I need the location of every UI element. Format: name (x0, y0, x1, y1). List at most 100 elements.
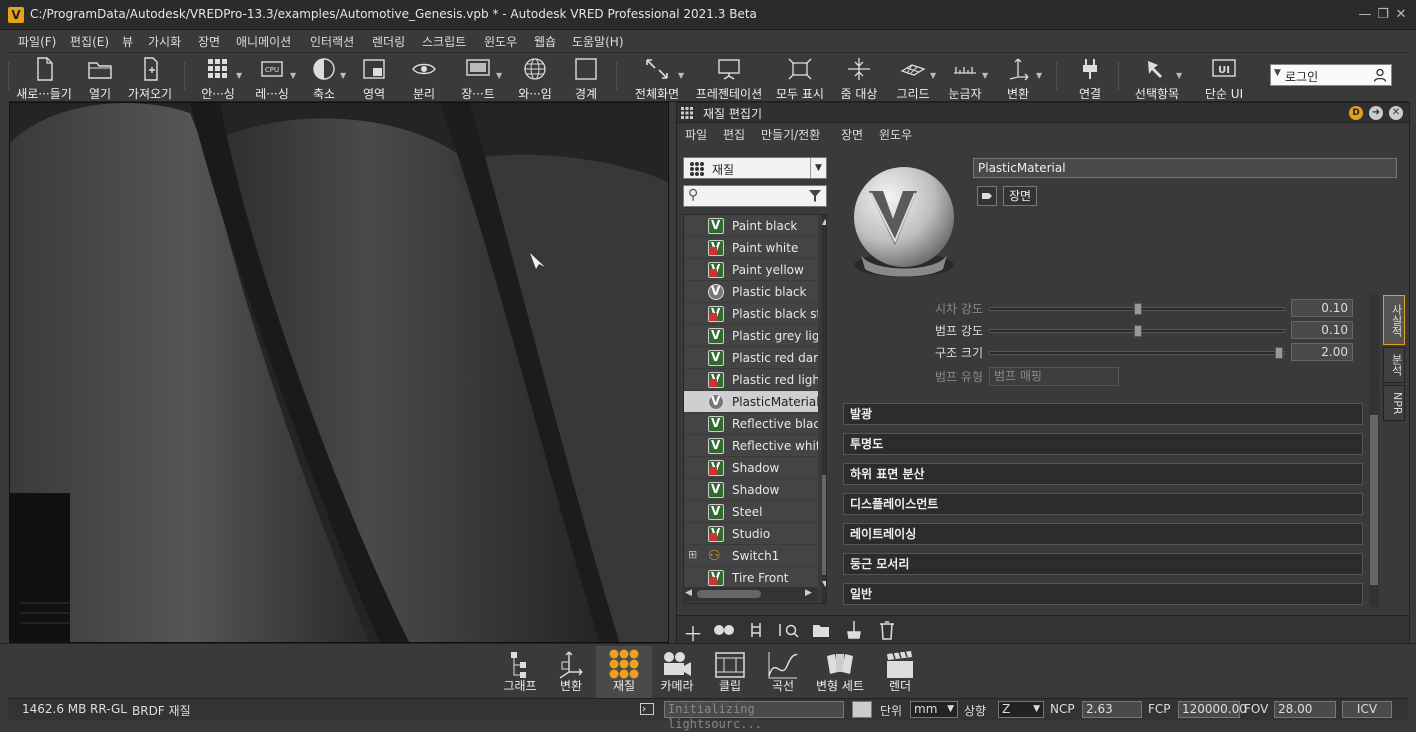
minimize-icon[interactable]: — (1358, 8, 1372, 22)
material-list-item[interactable]: V Plastic black st (684, 303, 818, 325)
connect-button[interactable]: 연결 (1070, 55, 1110, 101)
transform-button[interactable]: 변환 (996, 55, 1040, 101)
material-list-scrollbar[interactable]: ▲ ▼ (822, 215, 826, 603)
menu-scene[interactable]: 장면 (198, 33, 220, 50)
presentation-button[interactable]: 프레젠테이션 (690, 55, 768, 101)
panel-grip-icon[interactable] (681, 107, 693, 119)
property-slider[interactable] (989, 347, 1285, 359)
bump-type-dropdown[interactable]: 범프 매핑 (989, 367, 1119, 386)
property-section-header[interactable]: 디스플레이스먼트 (843, 493, 1363, 515)
material-preview-sphere[interactable] (847, 155, 961, 283)
select-nodes-icon[interactable] (811, 621, 831, 639)
material-list-item[interactable]: V Steel (684, 501, 818, 523)
menu-animation[interactable]: 애니메이션 (236, 33, 291, 50)
material-list[interactable]: V Paint black V Paint white V Paint yellow V Pl… (683, 214, 827, 604)
property-section-header[interactable]: 레이트레이싱 (843, 523, 1363, 545)
bounds-button[interactable]: 경계 (566, 55, 606, 101)
close-icon[interactable]: ✕ (1394, 8, 1408, 22)
property-section-header[interactable]: 하위 표면 분산 (843, 463, 1363, 485)
menu-window[interactable]: 윈도우 (484, 33, 517, 50)
open-button[interactable]: 열기 (80, 55, 120, 101)
property-value-input[interactable]: 2.00 (1291, 343, 1353, 361)
fcp-input[interactable]: 120000.00 (1178, 701, 1247, 718)
mode-materials[interactable]: 재질 (596, 646, 652, 698)
material-search-input[interactable]: ⚲ (683, 185, 827, 207)
property-section-header[interactable]: 일반 (843, 583, 1363, 605)
material-list-item[interactable]: V Reflective white (684, 435, 818, 457)
material-list-item[interactable]: V Plastic grey ligl (684, 325, 818, 347)
material-list-item[interactable]: V Tire Front (684, 567, 818, 589)
panel-menu-create[interactable]: 만들기/전환 (761, 126, 820, 143)
properties-scroll-thumb[interactable] (1370, 415, 1378, 585)
menu-file[interactable]: 파일(F) (18, 33, 56, 50)
property-section-header[interactable]: 둥근 모서리 (843, 553, 1363, 575)
property-section-header[interactable]: 발광 (843, 403, 1363, 425)
mode-camera[interactable]: 카메라 (649, 646, 705, 698)
panel-menu-scene[interactable]: 장면 (841, 126, 863, 143)
terminal-icon[interactable] (640, 703, 654, 715)
dock-icon[interactable]: D (1349, 106, 1363, 120)
login-dropdown[interactable]: ▼ 로그인 (1270, 64, 1392, 86)
tab-analysis[interactable]: 분석 (1383, 347, 1405, 383)
filter-icon[interactable] (808, 189, 822, 203)
property-slider[interactable] (989, 325, 1285, 337)
material-list-item[interactable]: V Plastic black (684, 281, 818, 303)
property-section-header[interactable]: 투명도 (843, 433, 1363, 455)
menu-view[interactable]: 뷰 (122, 33, 133, 50)
unit-dropdown[interactable]: mm ▼ (910, 701, 958, 718)
property-value-input[interactable]: 0.10 (1291, 321, 1353, 339)
material-list-item[interactable]: V Shadow (684, 479, 818, 501)
panel-menu-edit[interactable]: 편집 (723, 126, 745, 143)
panel-close-icon[interactable]: ✕ (1389, 106, 1403, 120)
show-all-button[interactable]: 모두 표시 (772, 55, 828, 101)
menu-visualize[interactable]: 가시화 (148, 33, 181, 50)
mode-graph[interactable]: 그래프 (492, 646, 548, 698)
material-list-item[interactable]: V Studio (684, 523, 818, 545)
panel-menu-window[interactable]: 윈도우 (879, 126, 912, 143)
material-name-input[interactable]: PlasticMaterial (973, 158, 1397, 178)
material-list-item[interactable]: V Reflective black (684, 413, 818, 435)
tab-npr[interactable]: NPR (1383, 385, 1405, 421)
mode-variant-sets[interactable]: 변형 세트 (808, 646, 872, 698)
menu-edit[interactable]: 편집(E) (70, 33, 109, 50)
mode-clips[interactable]: 클립 (702, 646, 758, 698)
up-axis-dropdown[interactable]: Z ▼ (998, 701, 1044, 718)
slider-knob[interactable] (1275, 347, 1283, 359)
menu-interaction[interactable]: 인터랙션 (310, 33, 354, 50)
info-button[interactable] (852, 701, 872, 718)
material-list-item[interactable]: V Paint black (684, 215, 818, 237)
new-button[interactable]: 새로···들기 (12, 55, 76, 101)
menu-webshop[interactable]: 웹숍 (534, 33, 556, 50)
isolate-button[interactable]: 분리 (404, 55, 444, 101)
wireframe-button[interactable]: 와···임 (510, 55, 560, 101)
property-slider[interactable] (989, 303, 1285, 315)
zoom-to-button[interactable]: 줌 대상 (834, 55, 884, 101)
material-list-item[interactable]: V PlasticMaterial (684, 391, 818, 413)
scroll-thumb[interactable] (822, 475, 826, 575)
menu-script[interactable]: 스크립트 (422, 33, 466, 50)
raytracing-button[interactable]: CPU 레···싱 (248, 55, 296, 101)
fov-input[interactable]: 28.00 (1274, 701, 1336, 718)
mode-render[interactable]: 렌더 (872, 646, 928, 698)
panel-menu-file[interactable]: 파일 (685, 126, 707, 143)
region-button[interactable]: 영역 (354, 55, 394, 101)
slider-knob[interactable] (1134, 303, 1142, 315)
menu-rendering[interactable]: 렌더링 (372, 33, 405, 50)
tab-realistic[interactable]: 사실적 (1383, 295, 1405, 345)
ncp-input[interactable]: 2.63 (1082, 701, 1142, 718)
properties-scrollbar[interactable] (1369, 295, 1379, 607)
simple-ui-button[interactable]: UI 단순 UI (1200, 55, 1248, 101)
menu-help[interactable]: 도움말(H) (572, 33, 624, 50)
material-list-item[interactable]: V Shadow (684, 457, 818, 479)
antialiasing-button[interactable]: 안···싱 (194, 55, 242, 101)
material-list-item[interactable]: ⊞ ⚇ Switch1 (684, 545, 818, 567)
slider-knob[interactable] (1134, 325, 1142, 337)
duplicate-icon[interactable] (713, 623, 735, 637)
property-value-input[interactable]: 0.10 (1291, 299, 1353, 317)
material-type-dropdown[interactable]: 재질 ▼ (683, 157, 827, 179)
import-button[interactable]: 가져오기 (122, 55, 178, 101)
material-list-item[interactable]: V Paint white (684, 237, 818, 259)
material-list-item[interactable]: V Paint yellow (684, 259, 818, 281)
find-icon[interactable] (779, 622, 799, 638)
arrow-right-icon[interactable]: ➜ (1369, 106, 1383, 120)
